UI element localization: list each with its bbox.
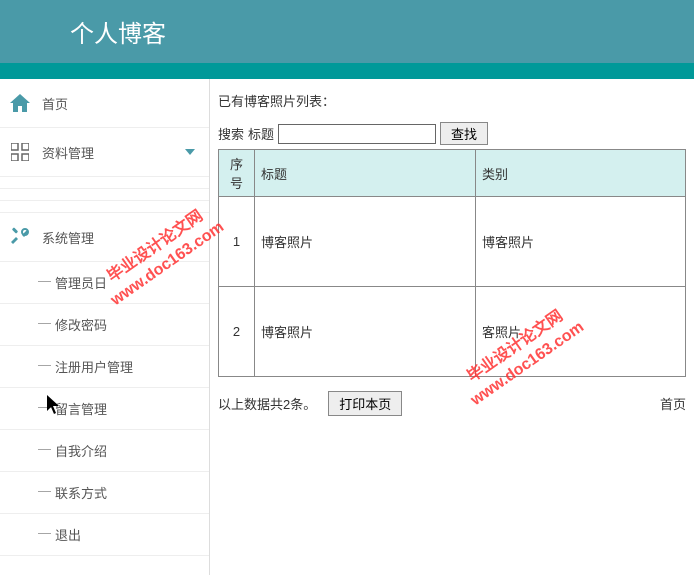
main-content: 已有博客照片列表： 搜索 标题 查找 序号 标题 类别 1 博客照片 博客照片 — [210, 79, 694, 575]
sidebar-item-label: 资料管理 — [42, 143, 94, 162]
sub-stripe — [0, 189, 209, 201]
cell-title: 博客照片 — [255, 287, 476, 377]
sub-label: 留言管理 — [55, 402, 107, 417]
sidebar-item-data-mgmt[interactable]: 资料管理 — [0, 128, 209, 177]
col-header-category: 类别 — [476, 150, 686, 197]
sub-label: 管理员日 — [55, 276, 107, 291]
table-row: 2 博客照片 客照片 — [219, 287, 686, 377]
sidebar-item-sys-mgmt[interactable]: 系统管理 — [0, 213, 209, 262]
summary-text: 以上数据共2条。 — [218, 394, 316, 413]
home-icon — [10, 93, 30, 113]
search-row: 搜索 标题 查找 — [218, 122, 686, 145]
col-header-num: 序号 — [219, 150, 255, 197]
cell-category: 博客照片 — [476, 197, 686, 287]
app-header: 个人博客 — [0, 0, 694, 63]
sub-label: 修改密码 — [55, 318, 107, 333]
sidebar-sub-message-mgmt[interactable]: 留言管理 — [0, 388, 209, 430]
search-button[interactable]: 查找 — [440, 122, 488, 145]
sidebar-sub-self-intro[interactable]: 自我介绍 — [0, 430, 209, 472]
data-table: 序号 标题 类别 1 博客照片 博客照片 2 博客照片 客照片 — [218, 149, 686, 377]
sidebar-item-home[interactable]: 首页 — [0, 79, 209, 128]
sidebar-sub-user-mgmt[interactable]: 注册用户管理 — [0, 346, 209, 388]
list-title: 已有博客照片列表： — [218, 91, 686, 110]
cell-title: 博客照片 — [255, 197, 476, 287]
sidebar-item-label: 首页 — [42, 94, 68, 113]
sub-label: 自我介绍 — [55, 444, 107, 459]
footer-row: 以上数据共2条。 打印本页 首页 — [218, 391, 686, 416]
table-row: 1 博客照片 博客照片 — [219, 197, 686, 287]
sub-label: 联系方式 — [55, 486, 107, 501]
grid-icon — [10, 142, 30, 162]
sub-label: 注册用户管理 — [55, 360, 133, 375]
pager-first[interactable]: 首页 — [660, 394, 686, 413]
sidebar-item-label: 系统管理 — [42, 228, 94, 247]
search-input[interactable] — [278, 124, 436, 144]
top-bar — [0, 63, 694, 79]
sub-stripe — [0, 201, 209, 213]
search-label: 搜索 — [218, 124, 244, 143]
cell-category: 客照片 — [476, 287, 686, 377]
sidebar-sub-exit[interactable]: 退出 — [0, 514, 209, 556]
app-title: 个人博客 — [70, 14, 166, 49]
sub-label: 退出 — [55, 528, 81, 543]
print-button[interactable]: 打印本页 — [328, 391, 402, 416]
cell-num: 2 — [219, 287, 255, 377]
tools-icon — [10, 227, 30, 247]
sub-stripe — [0, 177, 209, 189]
sidebar-sub-admin-log[interactable]: 管理员日 — [0, 262, 209, 304]
sidebar: 首页 资料管理 系统管理 管理员日 修改密码 注册用户管理 留言管理 自我介绍 … — [0, 79, 210, 575]
col-header-title: 标题 — [255, 150, 476, 197]
sidebar-sub-change-pwd[interactable]: 修改密码 — [0, 304, 209, 346]
sidebar-sub-contact[interactable]: 联系方式 — [0, 472, 209, 514]
search-field-label: 标题 — [248, 124, 274, 143]
cell-num: 1 — [219, 197, 255, 287]
